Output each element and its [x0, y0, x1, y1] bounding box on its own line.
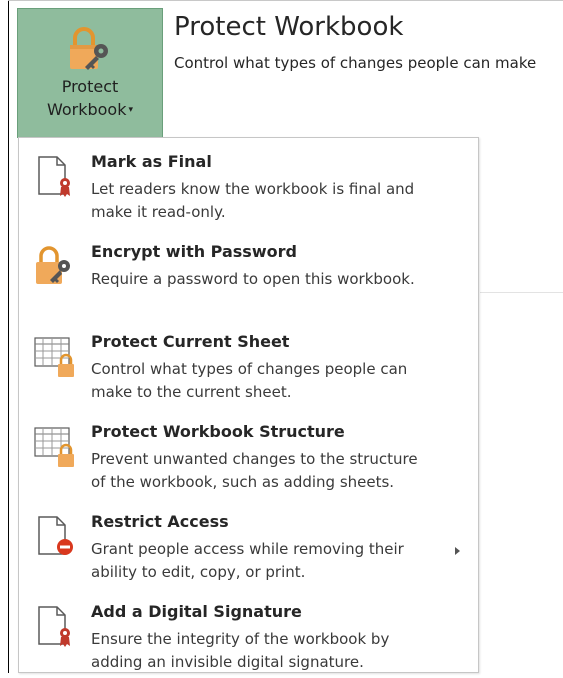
menu-item-title: Mark as Final — [91, 152, 212, 171]
chevron-right-icon[interactable] — [453, 541, 463, 555]
sheet-lock-icon — [33, 334, 77, 378]
protect-button-label-text: Workbook — [46, 100, 127, 119]
menu-item-protect-current-sheet[interactable]: Protect Current Sheet Control what types… — [19, 320, 478, 408]
menu-item-restrict-access[interactable]: Restrict Access Grant people access whil… — [19, 500, 478, 588]
page-description: Control what types of changes people can… — [174, 54, 537, 72]
window-left-border — [8, 0, 9, 673]
menu-item-protect-workbook-structure[interactable]: Protect Workbook Structure Prevent unwan… — [19, 410, 478, 498]
menu-item-description: Prevent unwanted changes to the structur… — [91, 450, 418, 491]
protect-button-label-line2: Workbook ▾ — [18, 100, 162, 120]
menu-item-description: Control what types of changes people can… — [91, 360, 408, 401]
menu-item-description: Ensure the integrity of the workbook by … — [91, 630, 390, 671]
chevron-down-icon: ▾ — [128, 105, 134, 115]
menu-item-add-digital-signature[interactable]: Add a Digital Signature Ensure the integ… — [19, 590, 478, 678]
document-ribbon-icon — [33, 604, 77, 648]
workbook-lock-icon — [33, 424, 77, 468]
menu-item-encrypt-with-password[interactable]: Encrypt with Password Require a password… — [19, 230, 478, 318]
lock-key-icon — [65, 25, 117, 73]
lock-key-icon — [33, 244, 77, 288]
document-restrict-icon — [33, 514, 77, 558]
menu-item-description: Grant people access while removing their… — [91, 540, 404, 581]
protect-button-label-line1: Protect — [61, 77, 119, 96]
menu-item-mark-as-final[interactable]: Mark as Final Let readers know the workb… — [19, 140, 478, 228]
menu-item-description: Let readers know the workbook is final a… — [91, 180, 415, 221]
protect-workbook-button[interactable]: Protect Workbook ▾ — [17, 8, 163, 138]
menu-item-description: Require a password to open this workbook… — [91, 270, 415, 288]
menu-item-title: Protect Workbook Structure — [91, 422, 345, 441]
document-ribbon-icon — [33, 154, 77, 198]
menu-item-title: Protect Current Sheet — [91, 332, 290, 351]
menu-item-title: Encrypt with Password — [91, 242, 297, 261]
background-divider — [480, 292, 563, 293]
menu-item-title: Restrict Access — [91, 512, 229, 531]
menu-item-title: Add a Digital Signature — [91, 602, 302, 621]
window-top-border — [8, 0, 563, 1]
protect-workbook-menu: Mark as Final Let readers know the workb… — [18, 137, 479, 673]
page-title: Protect Workbook — [174, 12, 404, 42]
